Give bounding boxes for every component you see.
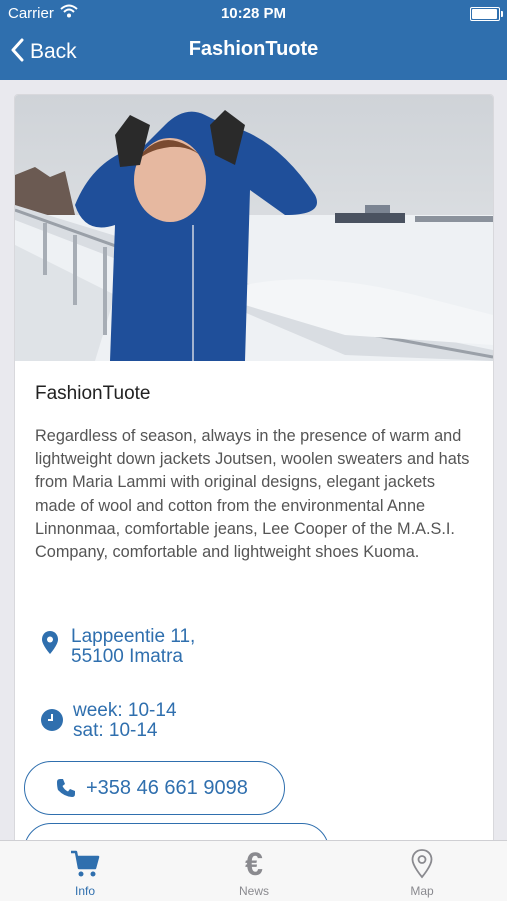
tab-map[interactable]: Map	[362, 841, 482, 901]
map-pin-icon	[362, 847, 482, 881]
clock-icon	[41, 709, 63, 736]
tab-bar: Info € News Map	[0, 840, 507, 901]
cart-icon	[25, 847, 145, 881]
status-bar: Carrier 10:28 PM	[0, 0, 507, 28]
call-button[interactable]: +358 46 661 9098	[24, 761, 285, 815]
tab-map-label: Map	[410, 884, 434, 898]
tab-news[interactable]: € News	[194, 841, 314, 901]
page-title: FashionTuote	[188, 38, 319, 60]
shop-photo	[15, 95, 493, 361]
hours-line-1: week: 10-14	[73, 700, 177, 721]
battery-icon	[470, 7, 503, 21]
hours-line-2: sat: 10-14	[73, 720, 158, 741]
shop-card: FashionTuote Regardless of season, alway…	[14, 94, 494, 840]
address-row[interactable]: Lappeentie 11, 55100 Imatra	[41, 627, 195, 667]
phone-icon	[56, 778, 76, 798]
opening-hours-row: week: 10-14 sat: 10-14	[41, 701, 177, 741]
address-line-1: Lappeentie 11,	[71, 626, 196, 647]
tab-info[interactable]: Info	[25, 841, 145, 901]
app-header: Carrier 10:28 PM Back FashionTuote	[0, 0, 507, 80]
tab-news-label: News	[238, 884, 269, 898]
map-marker-icon	[41, 631, 63, 660]
phone-number: +358 46 661 9098	[86, 776, 248, 799]
secondary-action-button[interactable]	[24, 823, 329, 840]
tab-info-label: Info	[74, 884, 95, 898]
address-line-2: 55100 Imatra	[71, 646, 183, 667]
status-time: 10:28 PM	[220, 5, 287, 22]
card-title: FashionTuote	[35, 383, 151, 404]
euro-icon: €	[245, 845, 263, 882]
scroll-content[interactable]: FashionTuote Regardless of season, alway…	[0, 80, 507, 840]
shop-description: Regardless of season, always in the pres…	[35, 427, 470, 562]
